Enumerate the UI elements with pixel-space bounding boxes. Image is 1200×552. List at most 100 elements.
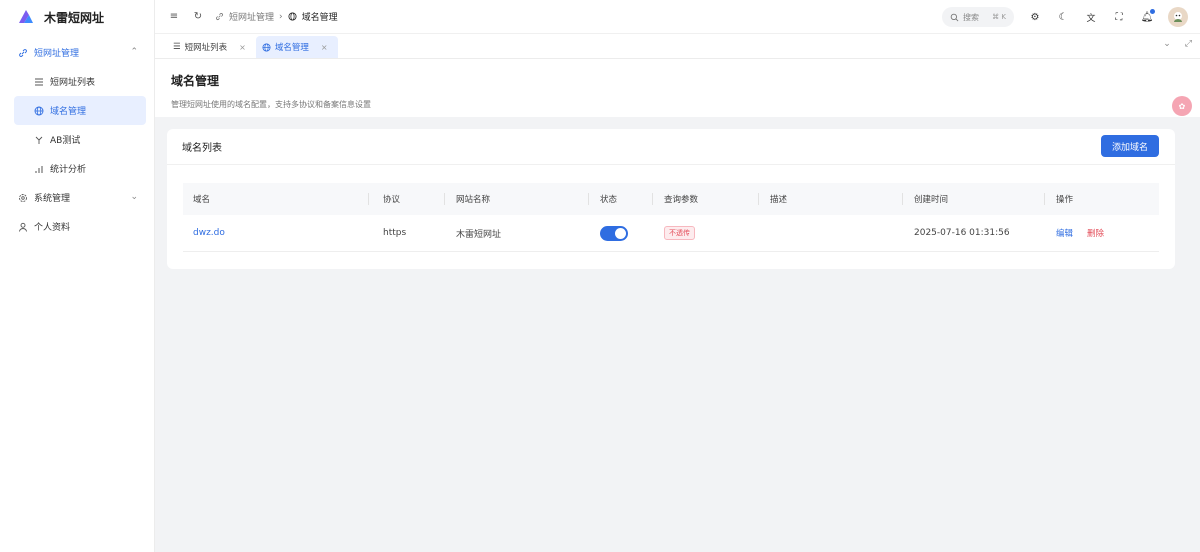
link-icon — [19, 48, 27, 57]
column-header: 创建时间 — [914, 195, 949, 205]
menu-toggle-icon[interactable]: ≡ — [167, 10, 181, 24]
search-box[interactable]: 搜索 ⌘ K — [942, 7, 1014, 27]
chevron-up-icon: ⌃ — [130, 47, 138, 57]
created-time-cell: 2025-07-16 01:31:56 — [914, 228, 1010, 238]
close-icon[interactable]: × — [239, 43, 246, 52]
domain-link[interactable]: dwz.do — [193, 215, 225, 251]
column-divider — [444, 193, 445, 205]
toggle-knob — [615, 227, 626, 239]
app-title: 木雷短网址 — [44, 10, 105, 25]
sidebar-item-profile[interactable]: 个人资料 — [0, 212, 146, 241]
table-row: dwz.do https 木雷短网址 不透传 2025-07-16 01:31:… — [183, 215, 1159, 252]
column-header: 描述 — [770, 195, 788, 205]
breadcrumb-item[interactable]: 短网址管理 — [229, 10, 274, 23]
globe-icon — [34, 106, 44, 115]
sidebar-item-system-management[interactable]: 系统管理 ⌄ — [0, 183, 146, 212]
sidebar-item-label: 个人资料 — [34, 223, 71, 233]
delete-button[interactable]: 删除 — [1087, 227, 1104, 239]
sidebar-item-statistics[interactable]: 统计分析 — [0, 154, 146, 183]
globe-icon — [288, 12, 297, 21]
edit-button[interactable]: 编辑 — [1056, 227, 1073, 239]
table-header: 域名 协议 网站名称 状态 查询参数 描述 创建时间 操作 — [183, 183, 1159, 215]
bar-chart-icon — [35, 165, 43, 173]
brand[interactable]: 木雷短网址 — [0, 0, 154, 34]
sidebar-item-label: 统计分析 — [50, 165, 87, 175]
translate-icon[interactable]: 文 — [1084, 10, 1098, 24]
breadcrumb: 短网址管理 › 域名管理 — [215, 10, 338, 23]
logo-icon — [19, 10, 33, 23]
sidebar-item-label: 短网址列表 — [50, 78, 96, 88]
breadcrumb-separator: › — [279, 11, 283, 22]
column-header: 操作 — [1056, 195, 1074, 205]
sidebar-item-label: 系统管理 — [34, 194, 71, 204]
list-icon: ☰ — [173, 42, 181, 52]
column-divider — [1044, 193, 1045, 205]
column-divider — [368, 193, 369, 205]
sidebar: 木雷短网址 短网址管理 ⌃ 短网址列表 域名管理 AB测试 统计分析 系统管理 … — [0, 0, 155, 552]
query-param-badge: 不透传 — [664, 226, 695, 240]
column-divider — [758, 193, 759, 205]
assistant-float-icon[interactable]: ✿ — [1172, 96, 1192, 116]
search-icon — [950, 13, 959, 21]
fullscreen-icon[interactable]: ⛶ — [1112, 10, 1126, 24]
page-title: 域名管理 — [171, 74, 220, 88]
status-cell — [600, 215, 628, 251]
column-header: 状态 — [600, 195, 618, 205]
breadcrumb-current: 域名管理 — [301, 13, 338, 23]
tab-short-url-list[interactable]: ☰ 短网址列表 × — [167, 36, 256, 58]
page-header: 域名管理 管理短网址使用的域名配置，支持多协议和备案信息设置 ✿ — [155, 59, 1200, 117]
tabs-actions: ⌄ ⤢ — [1163, 39, 1192, 49]
dark-mode-icon[interactable]: ☾ — [1056, 10, 1070, 24]
tab-label: 域名管理 — [274, 43, 309, 53]
search-shortcut: ⌘ K — [992, 13, 1006, 21]
chevron-down-icon[interactable]: ⌄ — [1163, 39, 1171, 49]
tab-label: 短网址列表 — [184, 43, 228, 53]
add-domain-button[interactable]: 添加域名 — [1101, 135, 1159, 157]
column-header: 域名 — [193, 195, 211, 205]
avatar[interactable] — [1168, 7, 1188, 27]
column-divider — [652, 193, 653, 205]
list-icon — [35, 78, 43, 85]
column-divider — [902, 193, 903, 205]
protocol-cell: https — [383, 228, 407, 238]
sidebar-item-label: 域名管理 — [50, 107, 87, 117]
link-icon — [216, 13, 223, 20]
card-header: 域名列表 — [167, 129, 1175, 165]
sidebar-item-short-url-list[interactable]: 短网址列表 — [0, 67, 146, 96]
column-header: 网站名称 — [456, 195, 491, 205]
gear-icon — [19, 193, 27, 202]
settings-icon[interactable]: ⚙ — [1028, 10, 1042, 24]
notification-dot — [1150, 9, 1155, 14]
column-header: 协议 — [383, 195, 401, 205]
sidebar-menu: 短网址管理 ⌃ 短网址列表 域名管理 AB测试 统计分析 系统管理 ⌄ 个人资料 — [0, 34, 154, 241]
maximize-icon[interactable]: ⤢ — [1185, 39, 1192, 49]
sidebar-item-ab-test[interactable]: AB测试 — [0, 125, 146, 154]
site-name-cell: 木雷短网址 — [456, 229, 502, 240]
search-placeholder: 搜索 — [963, 12, 979, 22]
domain-list-card: 域名列表 添加域名 域名 协议 网站名称 状态 查询参数 描述 创建时间 操作 … — [167, 129, 1175, 269]
split-icon — [35, 136, 43, 144]
page-description: 管理短网址使用的域名配置，支持多协议和备案信息设置 — [171, 100, 371, 109]
sidebar-item-label: AB测试 — [50, 136, 81, 146]
column-divider — [588, 193, 589, 205]
avatar-icon — [1174, 12, 1182, 22]
query-param-cell: 不透传 — [664, 215, 695, 251]
card-title: 域名列表 — [182, 143, 222, 154]
tab-domain-management[interactable]: 域名管理 × — [255, 36, 338, 58]
notification-icon[interactable]: 🔔︎ — [1140, 9, 1155, 24]
globe-icon — [262, 42, 271, 52]
refresh-icon[interactable]: ↻ — [191, 10, 205, 24]
status-toggle[interactable] — [600, 225, 628, 241]
sidebar-item-short-url-management[interactable]: 短网址管理 ⌃ — [0, 38, 146, 67]
actions-cell: 编辑 删除 — [1056, 215, 1104, 251]
tabs-bar: ☰ 短网址列表 × 域名管理 × ⌄ ⤢ — [155, 34, 1200, 59]
sidebar-item-domain-management[interactable]: 域名管理 — [14, 96, 146, 125]
sidebar-item-label: 短网址管理 — [34, 49, 80, 59]
chevron-down-icon: ⌄ — [130, 192, 138, 202]
user-icon — [19, 222, 27, 232]
close-icon[interactable]: × — [321, 43, 328, 52]
column-header: 查询参数 — [664, 195, 699, 205]
top-header: ≡ ↻ 短网址管理 › 域名管理 搜索 ⌘ K ⚙ ☾ 文 ⛶ 🔔︎ — [155, 0, 1200, 34]
domain-table: 域名 协议 网站名称 状态 查询参数 描述 创建时间 操作 dwz.do htt… — [183, 183, 1159, 252]
header-toolbar: 搜索 ⌘ K ⚙ ☾ 文 ⛶ 🔔︎ — [942, 7, 1188, 27]
